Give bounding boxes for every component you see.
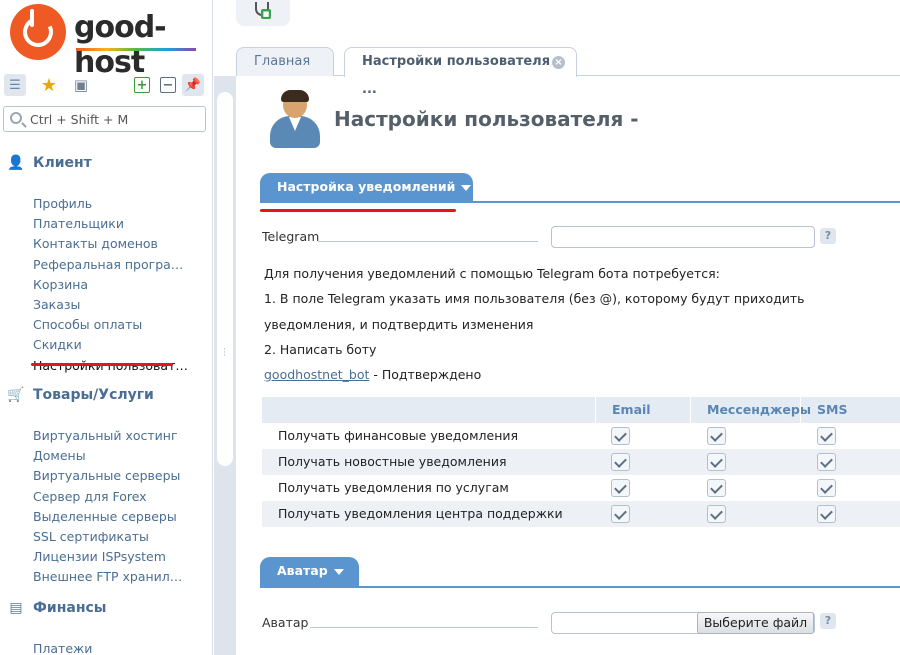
chevron-down-icon bbox=[333, 568, 344, 575]
search-icon bbox=[10, 112, 22, 124]
messengers-checkbox[interactable] bbox=[707, 427, 726, 445]
sms-checkbox[interactable] bbox=[817, 479, 836, 497]
telegram-info-line: Для получения уведомлений с помощью Tele… bbox=[264, 266, 720, 281]
email-checkbox[interactable] bbox=[611, 427, 630, 445]
collapse-all-icon[interactable]: − bbox=[160, 77, 176, 93]
bot-status: - Подтверждено bbox=[369, 367, 482, 382]
telegram-input[interactable] bbox=[551, 226, 815, 248]
telegram-info-line: уведомления, и подтвердить изменения bbox=[264, 317, 534, 332]
sidebar-item-payers[interactable]: Плательщики bbox=[0, 214, 213, 234]
resize-grip-icon[interactable]: · · · bbox=[223, 346, 226, 361]
expand-all-icon[interactable]: + bbox=[134, 77, 150, 93]
table-row: Получать уведомления по услугам bbox=[262, 475, 900, 501]
active-item-underline bbox=[31, 363, 173, 366]
sidebar-item-domains[interactable]: Домены bbox=[0, 446, 213, 466]
email-checkbox[interactable] bbox=[611, 453, 630, 471]
label-leader-line bbox=[310, 627, 538, 628]
sidebar-scrollbar[interactable]: · · · bbox=[214, 76, 236, 655]
label-leader-line bbox=[318, 241, 538, 242]
section-avatar-toggle[interactable]: Аватар bbox=[260, 557, 359, 587]
user-icon: 👤 bbox=[7, 155, 25, 171]
sms-checkbox[interactable] bbox=[817, 505, 836, 523]
connection-status[interactable]: ■ bbox=[236, 0, 290, 26]
page-title: Настройки пользователя - bbox=[334, 107, 639, 131]
briefcase-icon[interactable]: ▣ bbox=[70, 74, 92, 96]
email-checkbox[interactable] bbox=[611, 505, 630, 523]
nav-group-header[interactable]: 👤 Клиент bbox=[0, 152, 213, 174]
table-row: Получать уведомления центра поддержки bbox=[262, 501, 900, 527]
cash-register-icon: ▤ bbox=[9, 600, 23, 616]
telegram-info-line: 2. Написать боту bbox=[264, 342, 377, 357]
menu-search-input[interactable] bbox=[30, 110, 200, 128]
nav-group-finance: ▤ Финансы Платежи bbox=[0, 597, 213, 655]
sidebar-item-forex-server[interactable]: Сервер для Forex bbox=[0, 487, 213, 507]
tree-view-icon[interactable]: ☰ bbox=[4, 74, 26, 96]
favorites-star-icon[interactable]: ★ bbox=[38, 74, 60, 96]
messengers-checkbox[interactable] bbox=[707, 453, 726, 471]
close-tab-icon[interactable]: × bbox=[552, 56, 565, 69]
menu-search[interactable] bbox=[3, 106, 206, 132]
scrollbar-thumb[interactable] bbox=[217, 92, 233, 466]
column-email: Email bbox=[595, 397, 690, 423]
brand-logo[interactable]: good-host bbox=[10, 4, 210, 80]
avatar-label: Аватар bbox=[262, 615, 309, 630]
table-row: Получать новостные уведомления bbox=[262, 449, 900, 475]
bot-link[interactable]: goodhostnet_bot bbox=[264, 367, 369, 382]
sidebar-item-profile[interactable]: Профиль bbox=[0, 194, 213, 214]
sidebar-item-payment-methods[interactable]: Способы оплаты bbox=[0, 315, 213, 335]
sidebar-toolbar: ☰ ★ ▣ + − 📌 bbox=[4, 74, 209, 96]
sidebar-item-ssl[interactable]: SSL сертификаты bbox=[0, 527, 213, 547]
telegram-help-icon[interactable]: ? bbox=[820, 228, 836, 244]
email-checkbox[interactable] bbox=[611, 479, 630, 497]
sidebar-item-ftp-storage[interactable]: Внешнее FTP хранил… bbox=[0, 567, 213, 587]
nav-group-products: 🛒 Товары/Услуги Виртуальный хостинг Доме… bbox=[0, 384, 213, 588]
sidebar-item-referral[interactable]: Реферальная програ… bbox=[0, 255, 213, 275]
sidebar-item-cart[interactable]: Корзина bbox=[0, 275, 213, 295]
tab-home[interactable]: Главная bbox=[236, 47, 334, 76]
telegram-info-line: 1. В поле Telegram указать имя пользоват… bbox=[264, 291, 805, 306]
sidebar-item-dedicated[interactable]: Выделенные серверы bbox=[0, 507, 213, 527]
table-row: Получать финансовые уведомления bbox=[262, 423, 900, 449]
sidebar-item-orders[interactable]: Заказы bbox=[0, 295, 213, 315]
user-avatar-icon bbox=[266, 90, 322, 150]
section-highlight-underline bbox=[260, 209, 456, 212]
sidebar-item-vps[interactable]: Виртуальные серверы bbox=[0, 466, 213, 486]
section-divider bbox=[260, 201, 900, 203]
sidebar-item-ispsystem-licenses[interactable]: Лицензии ISPsystem bbox=[0, 547, 213, 567]
bot-status-line: goodhostnet_bot - Подтверждено bbox=[264, 367, 481, 382]
section-notifications-toggle[interactable]: Настройка уведомлений bbox=[260, 173, 473, 203]
column-messengers: Мессенджеры bbox=[690, 397, 811, 423]
sms-checkbox[interactable] bbox=[817, 453, 836, 471]
lock-badge-icon: ■ bbox=[261, 9, 271, 19]
sidebar: good-host ☰ ★ ▣ + − 📌 👤 Клиент Профиль П… bbox=[0, 0, 213, 655]
pin-icon[interactable]: 📌 bbox=[182, 74, 204, 96]
nav-group-client: 👤 Клиент Профиль Плательщики Контакты до… bbox=[0, 152, 213, 376]
telegram-label: Telegram bbox=[262, 229, 320, 244]
sidebar-item-domain-contacts[interactable]: Контакты доменов bbox=[0, 234, 213, 254]
logo-icon bbox=[10, 4, 66, 60]
brand-name: good-host bbox=[74, 10, 167, 80]
section-divider bbox=[260, 586, 900, 588]
tab-bar: Главная Настройки пользователя - ... × bbox=[236, 44, 900, 97]
nav-group-header[interactable]: 🛒 Товары/Услуги bbox=[0, 384, 213, 406]
main-content: Настройки пользователя - Настройка уведо… bbox=[236, 77, 900, 655]
sms-checkbox[interactable] bbox=[817, 427, 836, 445]
messengers-checkbox[interactable] bbox=[707, 505, 726, 523]
column-sms: SMS bbox=[800, 397, 898, 423]
tab-user-settings[interactable]: Настройки пользователя - ... × bbox=[344, 47, 577, 97]
sidebar-item-payments[interactable]: Платежи bbox=[0, 639, 213, 655]
logo-stripe bbox=[76, 48, 196, 51]
notification-table: Email Мессенджеры SMS Получать финансовы… bbox=[262, 397, 900, 527]
choose-file-button[interactable]: Выберите файл bbox=[697, 612, 814, 634]
messengers-checkbox[interactable] bbox=[707, 479, 726, 497]
cart-icon: 🛒 bbox=[7, 387, 25, 403]
chevron-down-icon bbox=[461, 184, 472, 191]
nav-group-header[interactable]: ▤ Финансы bbox=[0, 597, 213, 619]
sidebar-item-shared-hosting[interactable]: Виртуальный хостинг bbox=[0, 426, 213, 446]
sidebar-item-discounts[interactable]: Скидки bbox=[0, 335, 213, 355]
avatar-help-icon[interactable]: ? bbox=[820, 613, 836, 629]
table-header: Email Мессенджеры SMS bbox=[262, 397, 900, 423]
